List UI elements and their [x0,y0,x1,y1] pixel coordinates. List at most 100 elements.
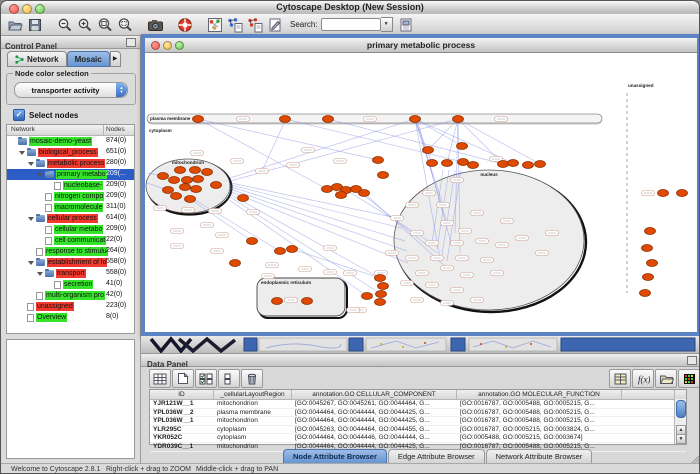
table-cell[interactable]: YKR052C [150,434,214,442]
tree-row[interactable]: nitrogen compo209(0) [7,191,134,202]
network-node-selected[interactable] [359,190,370,197]
network-node-selected[interactable] [457,143,468,150]
table-row[interactable]: YKR052Ccytoplasm[GO:0044464, GO:0044446,… [150,434,686,443]
table-row[interactable]: YJR121W__1mitochondrion[GO:0045267, GO:0… [150,400,686,409]
tree-row[interactable]: multi-organism pro42(0) [7,290,134,301]
network-edge[interactable] [447,119,458,163]
table-cell[interactable]: YJR121W__1 [150,400,214,408]
tree-row[interactable]: macromolecule311(0) [7,202,134,213]
network-node-selected[interactable] [498,161,509,168]
data-panel-float-icon[interactable] [687,356,697,365]
tree-expander-icon[interactable] [37,272,43,276]
network-node-selected[interactable] [182,177,193,184]
table-cell[interactable]: [GO:0005488, GO:0005215, GO:0003674] [457,434,622,442]
table-cell[interactable]: [GO:0045263, GO:0044464, GO:0044455, G..… [292,426,457,434]
color-attribute-combobox[interactable]: transporter activity ▲▼ [14,82,128,98]
search-dropdown-button[interactable]: ▼ [381,17,393,32]
network-node-selected[interactable] [238,195,249,202]
table-cell[interactable]: cytoplasm [214,434,292,442]
network-node-selected[interactable] [643,274,654,281]
zoom-fit-icon[interactable] [96,16,114,34]
zoom-button[interactable] [35,4,45,14]
network-node-selected[interactable] [322,186,333,193]
tree-row[interactable]: cell communicat22(0) [7,235,134,246]
network-node-selected[interactable] [272,298,283,305]
network-zoom-button[interactable] [175,41,184,50]
network-node-selected[interactable] [175,167,186,174]
tree-row[interactable]: secretion41(0) [7,279,134,290]
open-attributes-icon[interactable] [655,369,677,388]
tree-row[interactable]: mosaic-demo-yeast874(0) [7,136,134,147]
network-node-selected[interactable] [193,116,204,123]
network-node-selected[interactable] [453,116,464,123]
network-node-selected[interactable] [373,157,384,164]
resize-grip-icon[interactable] [690,453,700,463]
network-node-selected[interactable] [171,193,182,200]
table-row[interactable]: YPL036W__1mitochondrion[GO:0044464, GO:0… [150,417,686,426]
tree-row[interactable]: metabolic process280(0) [7,158,134,169]
tab-mosaic[interactable]: Mosaic [67,51,110,67]
network-node-selected[interactable] [163,187,174,194]
table-cell[interactable]: [GO:0045267, GO:0045261, GO:0044464, G..… [292,400,457,408]
table-cell[interactable]: YDR039C__1 [150,443,214,451]
network-node-selected[interactable] [230,260,241,267]
delete-attribute-icon[interactable] [241,369,263,388]
tree-expander-icon[interactable] [28,217,34,221]
select-nodes-checkbox[interactable]: ✓ [13,109,25,121]
network-edge[interactable] [231,185,401,228]
tree-row[interactable]: response to stimulu264(0) [7,246,134,257]
table-cell[interactable]: plasma membrane [214,409,292,417]
minimize-button[interactable] [22,4,32,14]
table-cell[interactable]: [GO:0044464, GO:0044444, GO:0044425, G..… [292,409,457,417]
network-node-selected[interactable] [376,291,387,298]
function-builder-icon[interactable]: f(x) [632,369,654,388]
zoom-in-icon[interactable] [76,16,94,34]
tab-edge-attribute-browser[interactable]: Edge Attribute Browser [388,449,485,464]
table-cell[interactable]: mitochondrion [214,400,292,408]
network-node-selected[interactable] [423,147,434,154]
table-cell[interactable]: [GO:0044464, GO:0044446, GO:0044444, G..… [292,434,457,442]
tree-row[interactable]: unassigned223(0) [7,301,134,312]
import-table-icon[interactable] [609,369,631,388]
attribute-table-header[interactable]: ID _cellularLayoutRegion annotation.GO C… [150,390,686,400]
tab-node-attribute-browser[interactable]: Node Attribute Browser [283,449,387,464]
network-node-selected[interactable] [280,116,291,123]
network-node-selected[interactable] [211,182,222,189]
network-node-selected[interactable] [336,192,347,199]
zoom-selected-icon[interactable] [116,16,134,34]
tree-row[interactable]: nucleobase-209(0) [7,180,134,191]
network-close-button[interactable] [151,41,160,50]
network-node-selected[interactable] [378,283,389,290]
zoom-out-icon[interactable] [56,16,74,34]
table-cell[interactable]: [GO:0044464, GO:0044444, GO:0044425, G..… [292,417,457,425]
table-cell[interactable]: mitochondrion [214,417,292,425]
network-node-selected[interactable] [191,186,202,193]
network-node-selected[interactable] [378,172,389,179]
title-bar[interactable]: Cytoscape Desktop (New Session) [1,1,699,15]
network-node-selected[interactable] [375,275,386,282]
table-cell[interactable]: [GO:0016787, GO:0005488, GO:0005215, G..… [457,417,622,425]
tree-row[interactable]: transport558(0) [7,268,134,279]
table-row[interactable]: YPL036W__2plasma membrane[GO:0044464, GO… [150,409,686,418]
network-edge[interactable] [262,121,285,171]
network-node-selected[interactable] [158,173,169,180]
tree-expander-icon[interactable] [28,261,34,265]
network-node-selected[interactable] [658,190,669,197]
tree-row[interactable]: cellular process614(0) [7,213,134,224]
help-icon[interactable] [176,16,194,34]
table-scrollbar-thumb[interactable] [676,400,686,418]
network-node-selected[interactable] [362,293,373,300]
create-view-icon[interactable] [226,16,244,34]
table-cell[interactable]: YPL036W__2 [150,409,214,417]
network-node-selected[interactable] [193,176,204,183]
network-node-selected[interactable] [523,162,534,169]
float-panel-icon[interactable] [126,38,136,47]
network-node-selected[interactable] [535,161,546,168]
table-scrollbar[interactable]: ▲ ▼ [674,399,686,444]
network-node-selected[interactable] [375,299,386,306]
table-cell[interactable]: YPL036W__1 [150,417,214,425]
attribute-table-icon[interactable] [149,369,171,388]
select-attributes-icon[interactable] [195,369,217,388]
table-cell[interactable]: mitochondrion [214,443,292,451]
close-button[interactable] [9,4,19,14]
